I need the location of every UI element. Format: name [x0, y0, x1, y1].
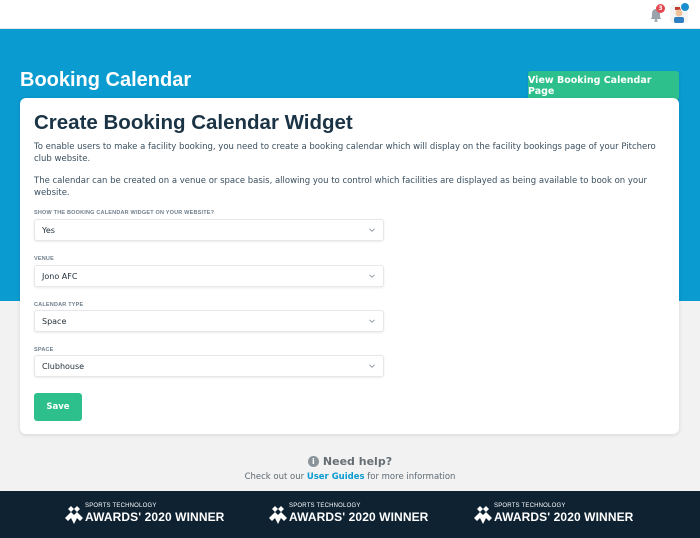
- footer: SPORTS TECHNOLOGY AWARDS' 2020 WINNER SP…: [0, 491, 700, 538]
- award-badge: SPORTS TECHNOLOGY AWARDS' 2020 WINNER: [64, 503, 234, 527]
- award-subtitle: SPORTS TECHNOLOGY: [289, 503, 361, 509]
- award-title: AWARDS' 2020 WINNER: [494, 510, 634, 524]
- save-button[interactable]: Save: [34, 393, 82, 421]
- notification-badge: 3: [656, 4, 665, 13]
- intro-paragraph: To enable users to make a facility booki…: [34, 142, 656, 164]
- chevron-down-icon: [369, 319, 375, 323]
- award-logo-icon: [65, 506, 83, 524]
- show-widget-select[interactable]: Yes: [34, 219, 384, 241]
- select-value: Space: [42, 317, 67, 326]
- award-logo-icon: [474, 506, 492, 524]
- award-title: AWARDS' 2020 WINNER: [289, 510, 429, 524]
- award-title: AWARDS' 2020 WINNER: [85, 510, 225, 524]
- calendar-type-select[interactable]: Space: [34, 310, 384, 332]
- award-logo-icon: [269, 506, 287, 524]
- user-guides-link[interactable]: User Guides: [307, 472, 365, 482]
- award-badge: SPORTS TECHNOLOGY AWARDS' 2020 WINNER: [268, 503, 438, 527]
- help-section: i Need help? Check out our User Guides f…: [0, 455, 700, 482]
- top-bar: 3: [0, 0, 700, 29]
- show-widget-label: SHOW THE BOOKING CALENDAR WIDGET ON YOUR…: [34, 210, 215, 216]
- help-title-text: Need help?: [322, 455, 393, 468]
- page-title: Booking Calendar: [20, 69, 192, 91]
- calendar-type-label: CALENDAR TYPE: [34, 302, 84, 308]
- card-title: Create Booking Calendar Widget: [34, 111, 353, 134]
- help-text-before: Check out our: [244, 472, 307, 482]
- award-subtitle: SPORTS TECHNOLOGY: [85, 503, 157, 509]
- help-text: Check out our User Guides for more infor…: [0, 472, 700, 482]
- select-value: Clubhouse: [42, 362, 85, 371]
- venue-label: VENUE: [34, 256, 54, 262]
- award-subtitle: SPORTS TECHNOLOGY: [494, 503, 566, 509]
- select-value: Yes: [42, 226, 55, 235]
- chevron-down-icon: [369, 228, 375, 232]
- space-label: SPACE: [34, 347, 54, 353]
- view-booking-calendar-button[interactable]: View Booking Calendar Page: [528, 71, 679, 100]
- widget-card: Create Booking Calendar Widget To enable…: [20, 98, 679, 434]
- help-title: i Need help?: [0, 455, 700, 468]
- space-select[interactable]: Clubhouse: [34, 355, 384, 377]
- intro-paragraph: The calendar can be created on a venue o…: [34, 176, 647, 198]
- help-text-after: for more information: [364, 472, 456, 482]
- chevron-down-icon: [369, 364, 375, 368]
- award-badge: SPORTS TECHNOLOGY AWARDS' 2020 WINNER: [473, 503, 643, 527]
- avatar-status-dot: [680, 2, 690, 12]
- select-value: Jono AFC: [42, 272, 78, 281]
- chevron-down-icon: [369, 274, 375, 278]
- venue-select[interactable]: Jono AFC: [34, 265, 384, 287]
- info-icon: i: [307, 456, 319, 467]
